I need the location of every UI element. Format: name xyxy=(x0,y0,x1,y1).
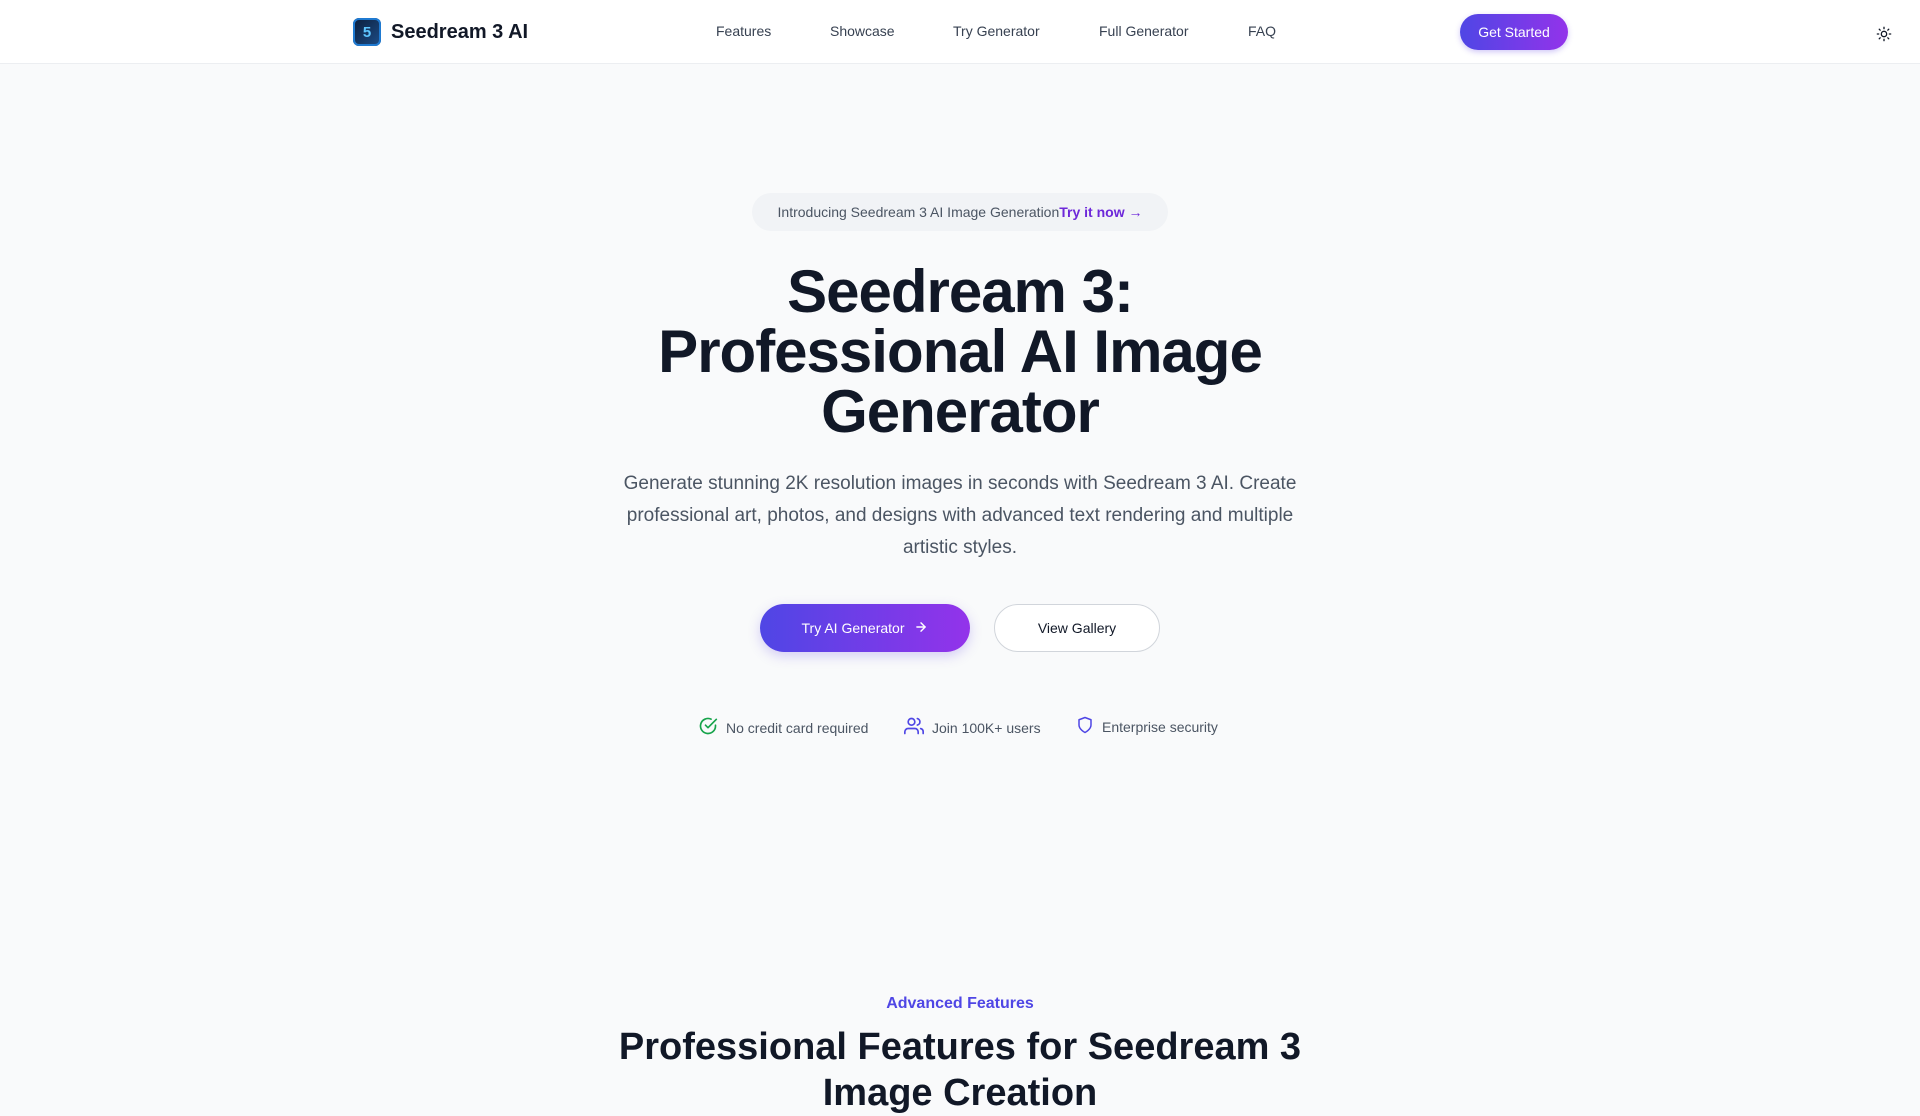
nav-showcase[interactable]: Showcase xyxy=(830,23,895,39)
view-gallery-button[interactable]: View Gallery xyxy=(994,604,1160,652)
users-icon xyxy=(904,716,925,739)
shield-icon xyxy=(1076,716,1094,737)
hero-subtitle: Generate stunning 2K resolution images i… xyxy=(623,473,1297,558)
try-ai-generator-button[interactable]: Try AI Generator xyxy=(760,604,970,652)
announcement-badge[interactable]: Introducing Seedream 3 AI Image Generati… xyxy=(752,193,1168,231)
main-nav: Features Showcase Try Generator Full Gen… xyxy=(0,23,1920,43)
arrow-right-icon xyxy=(914,620,928,637)
nav-features[interactable]: Features xyxy=(716,23,771,39)
trust-item-users: Join 100K+ users xyxy=(904,716,1041,739)
nav-full-generator[interactable]: Full Generator xyxy=(1099,23,1188,39)
check-circle-icon xyxy=(698,716,718,739)
get-started-button[interactable]: Get Started xyxy=(1460,14,1568,50)
badge-link[interactable]: Try it now → xyxy=(1059,204,1142,220)
section-eyebrow: Advanced Features xyxy=(886,995,1034,1012)
nav-try-generator[interactable]: Try Generator xyxy=(953,23,1040,39)
trust-item-security: Enterprise security xyxy=(1076,716,1218,737)
section-title: Professional Features for Seedream 3 Ima… xyxy=(618,1026,1302,1114)
nav-faq[interactable]: FAQ xyxy=(1248,23,1276,39)
badge-text: Introducing Seedream 3 AI Image Generati… xyxy=(777,204,1060,220)
trust-item-no-card: No credit card required xyxy=(698,716,868,739)
hero-title: Seedream 3: Professional AI Image Genera… xyxy=(658,258,1263,445)
site-header: 5 Seedream 3 AI Features Showcase Try Ge… xyxy=(0,0,1920,64)
sun-icon[interactable] xyxy=(1876,26,1892,42)
